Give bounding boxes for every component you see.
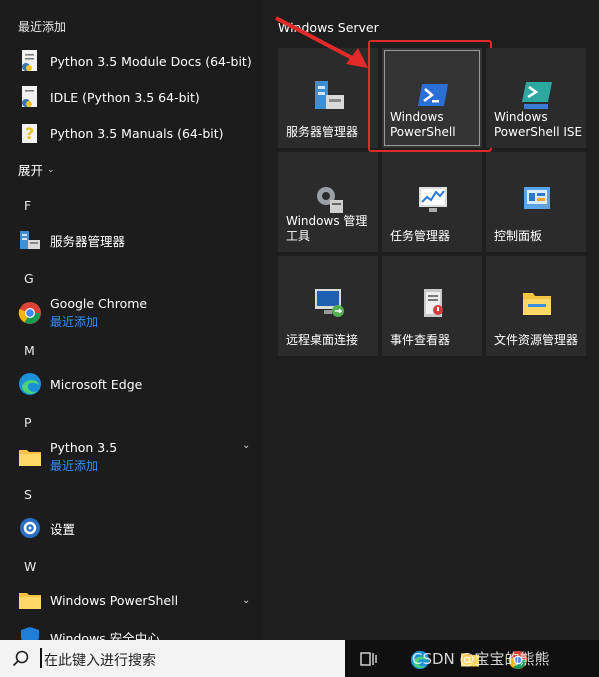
tile-label: Windows 管理工具 — [286, 214, 368, 243]
app-item-chrome[interactable]: Google Chrome 最近添加 — [0, 294, 262, 332]
recent-item-label: IDLE (Python 3.5 64-bit) — [50, 89, 200, 105]
letter-header-w[interactable]: W — [24, 559, 36, 574]
app-item-edge[interactable]: Microsoft Edge — [0, 366, 262, 402]
search-placeholder: 在此键入进行搜索 — [44, 653, 156, 669]
folder-icon — [17, 444, 43, 470]
remote-desktop-icon — [312, 286, 346, 320]
python-docs-icon — [17, 48, 43, 74]
tile-event-viewer[interactable]: 事件查看器 — [382, 256, 482, 356]
app-label: 服务器管理器 — [50, 233, 126, 249]
recent-item-python-docs[interactable]: Python 3.5 Module Docs (64-bit) — [0, 43, 262, 79]
powershell-icon — [416, 78, 450, 112]
tile-label: 远程桌面连接 — [286, 333, 359, 347]
letter-header-g[interactable]: G — [24, 271, 34, 286]
watermark-text: CSDN @宝宝的熊熊 — [412, 650, 550, 668]
expand-toggle[interactable]: 展开 ⌄ — [18, 160, 55, 179]
taskbar: 在此键入进行搜索 CSDN @宝宝的熊熊 — [0, 640, 599, 677]
app-label: Windows 安全中心 — [50, 631, 160, 640]
app-label: Microsoft Edge — [50, 376, 143, 392]
start-menu-tiles: Windows Server 服务器管理器 Windows PowerShell… — [262, 0, 599, 640]
gear-icon — [17, 515, 43, 541]
tile-label: 控制面板 — [494, 229, 543, 243]
app-item-python-folder[interactable]: Python 3.5 最近添加 ⌄ — [0, 438, 262, 476]
letter-header-m[interactable]: M — [24, 343, 35, 358]
control-panel-icon — [520, 182, 554, 216]
tile-windows-admin-tools[interactable]: Windows 管理工具 — [278, 152, 378, 252]
python-manuals-icon: ? — [17, 120, 43, 146]
tile-file-explorer[interactable]: 文件资源管理器 — [486, 256, 586, 356]
event-viewer-icon — [416, 286, 450, 320]
start-menu-app-list: 最近添加 Python 3.5 Module Docs (64-bit) IDL… — [0, 0, 262, 640]
tile-label: 任务管理器 — [390, 229, 451, 243]
app-item-settings[interactable]: 设置 — [0, 510, 262, 546]
powershell-ise-icon — [520, 78, 554, 112]
tile-label: 事件查看器 — [390, 333, 451, 347]
app-item-windows-security[interactable]: Windows 安全中心 — [0, 618, 262, 640]
tile-windows-powershell[interactable]: Windows PowerShell — [368, 40, 492, 152]
shield-icon — [17, 624, 43, 640]
text-cursor — [40, 648, 42, 668]
recent-item-label: Python 3.5 Manuals (64-bit) — [50, 125, 224, 141]
annotation-arrow — [275, 16, 368, 68]
chrome-icon — [17, 300, 43, 326]
recent-item-python-manuals[interactable]: ? Python 3.5 Manuals (64-bit) — [0, 115, 262, 151]
app-item-powershell-folder[interactable]: Windows PowerShell ⌄ — [0, 582, 262, 618]
server-manager-icon — [17, 227, 43, 253]
app-item-server-manager[interactable]: 服务器管理器 — [0, 222, 262, 258]
tile-control-panel[interactable]: 控制面板 — [486, 152, 586, 252]
chevron-down-icon[interactable]: ⌄ — [242, 595, 250, 606]
tile-remote-desktop[interactable]: 远程桌面连接 — [278, 256, 378, 356]
edge-icon — [17, 371, 43, 397]
letter-header-s[interactable]: S — [24, 487, 32, 502]
recently-added-badge: 最近添加 — [50, 315, 99, 329]
letter-header-f[interactable]: F — [24, 198, 31, 213]
tile-label: 文件资源管理器 — [494, 333, 579, 347]
idle-icon — [17, 84, 43, 110]
admin-tools-icon — [312, 182, 346, 216]
app-label: Google Chrome — [50, 296, 148, 311]
tile-label: Windows PowerShell — [390, 110, 456, 139]
task-manager-icon — [416, 182, 450, 216]
recent-header: 最近添加 — [18, 20, 67, 34]
app-label: Python 3.5 — [50, 440, 118, 455]
search-icon — [12, 650, 29, 671]
chevron-down-icon: ⌄ — [47, 164, 55, 175]
tile-task-manager[interactable]: 任务管理器 — [382, 152, 482, 252]
svg-text:?: ? — [25, 124, 34, 143]
file-explorer-icon — [520, 286, 554, 320]
expand-label: 展开 — [18, 163, 44, 178]
taskbar-search[interactable]: 在此键入进行搜索 — [0, 640, 345, 677]
tile-label: 服务器管理器 — [286, 125, 359, 139]
recent-item-label: Python 3.5 Module Docs (64-bit) — [50, 53, 252, 69]
app-label: Windows PowerShell — [50, 592, 179, 608]
tile-label: Windows PowerShell ISE — [494, 110, 583, 139]
tile-windows-powershell-ise[interactable]: Windows PowerShell ISE — [486, 48, 586, 148]
folder-icon — [17, 587, 43, 613]
recent-item-idle[interactable]: IDLE (Python 3.5 64-bit) — [0, 79, 262, 115]
server-manager-icon — [312, 78, 346, 112]
recently-added-badge: 最近添加 — [50, 459, 99, 473]
app-label: 设置 — [50, 521, 76, 537]
task-view-icon[interactable] — [360, 650, 378, 672]
chevron-down-icon[interactable]: ⌄ — [242, 440, 250, 451]
letter-header-p[interactable]: P — [24, 415, 32, 430]
